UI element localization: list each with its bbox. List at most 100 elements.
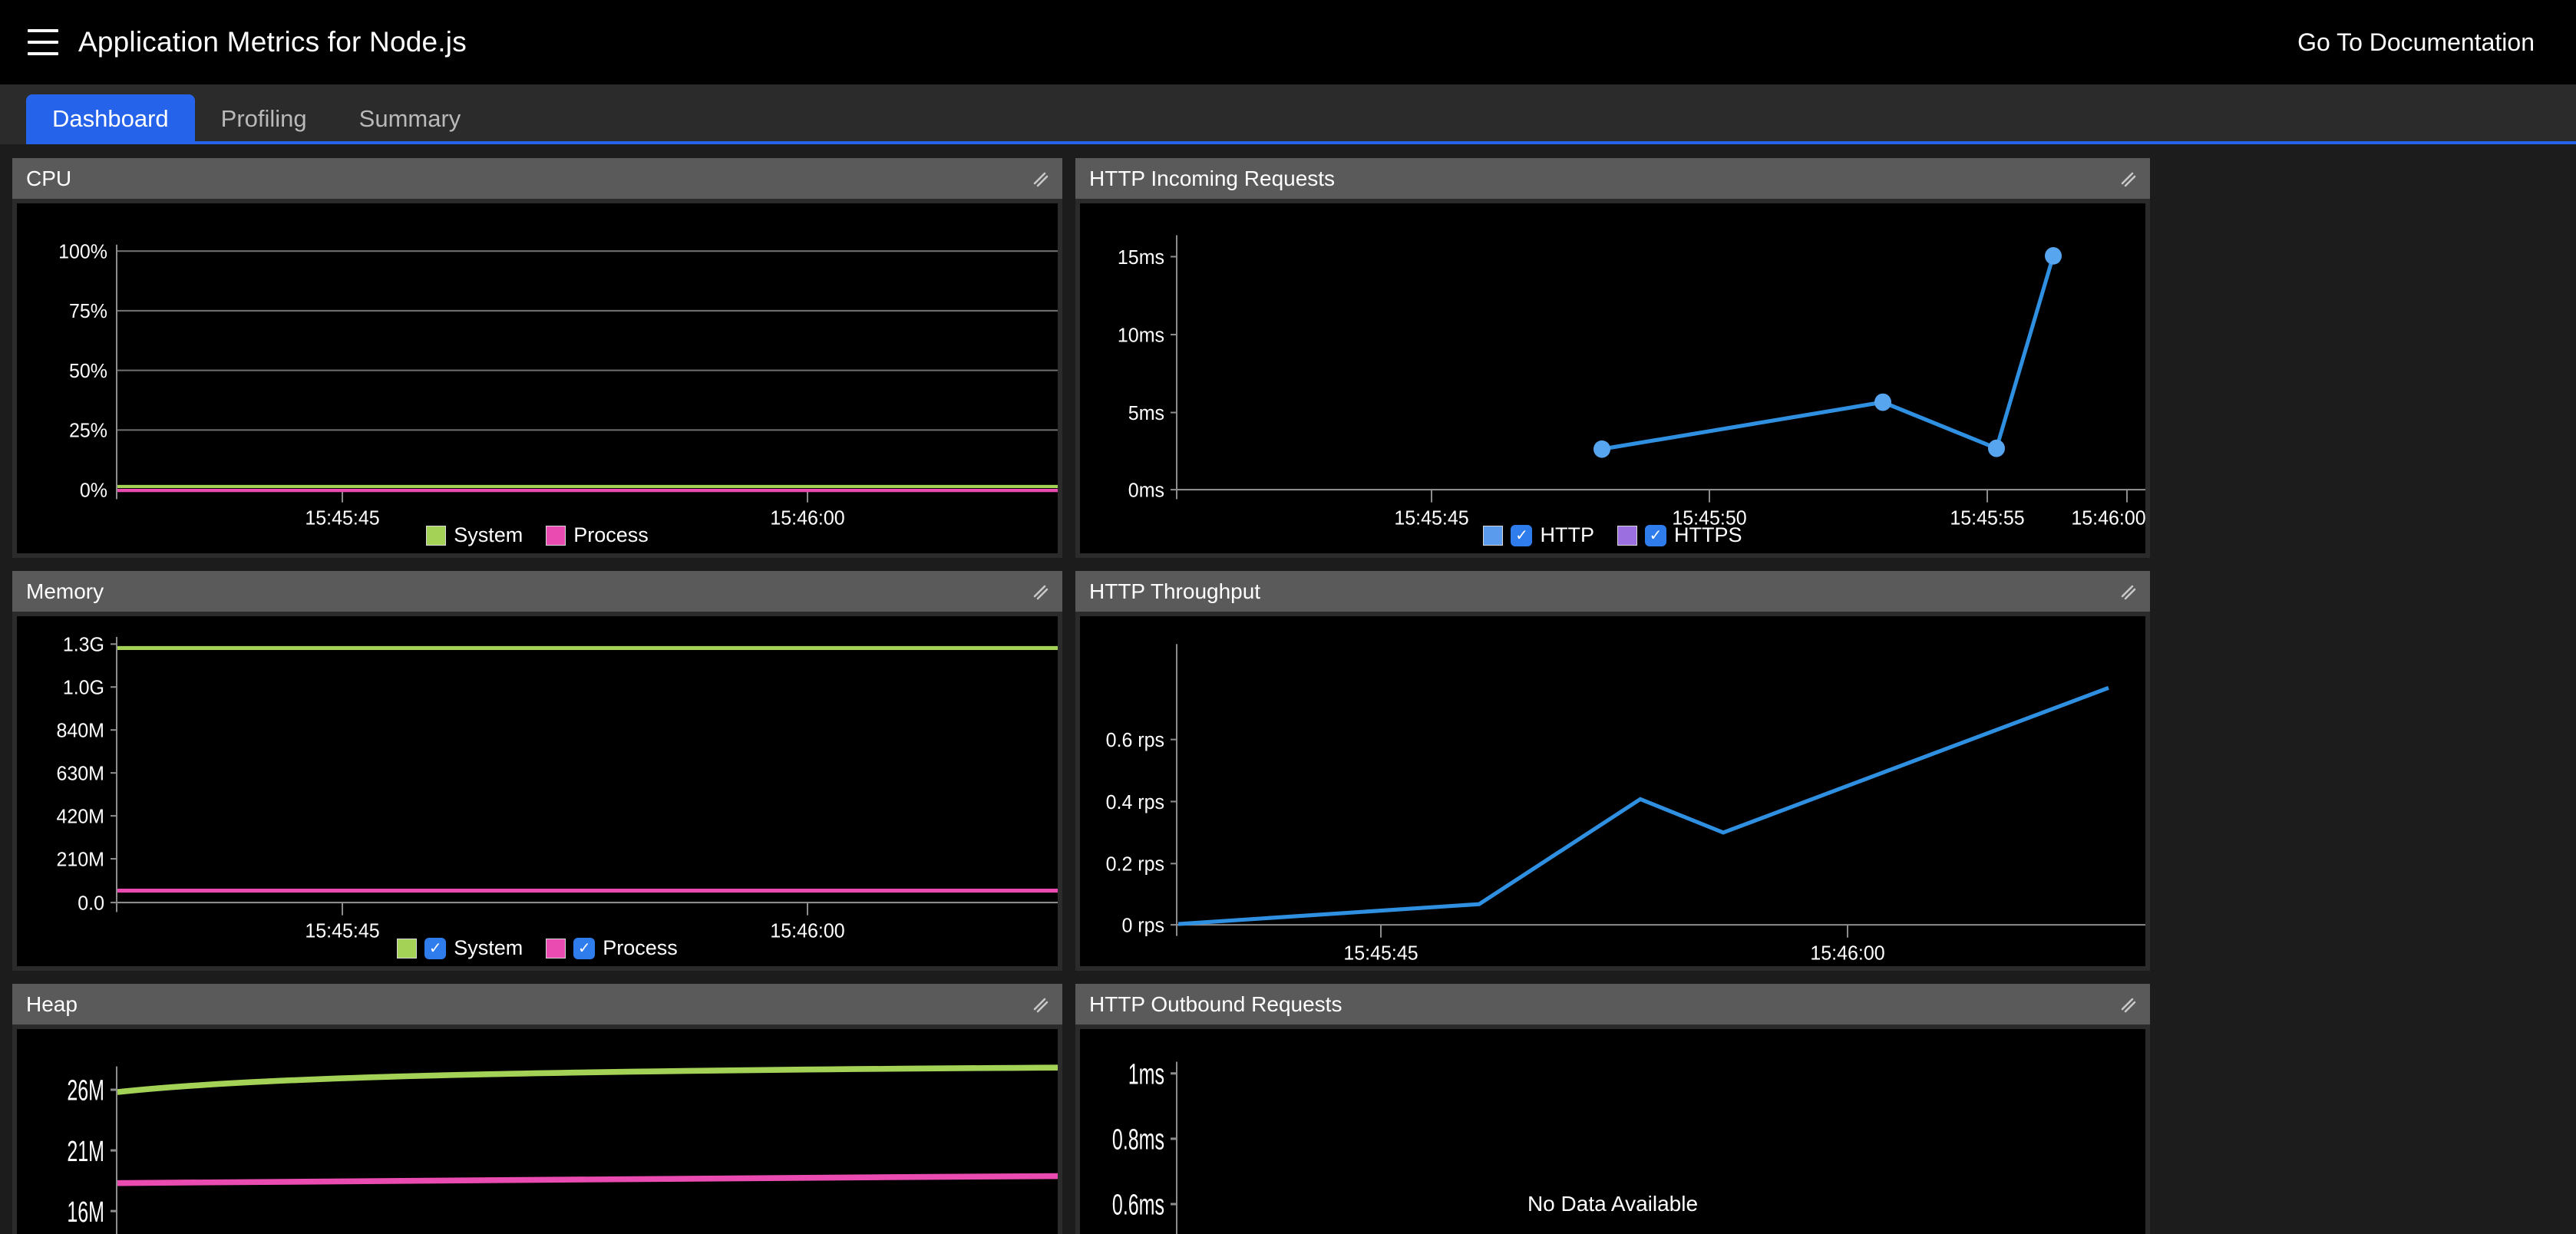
svg-text:0.2 rps: 0.2 rps xyxy=(1106,853,1164,875)
svg-text:15:45:45: 15:45:45 xyxy=(1343,942,1418,964)
panel-title-memory: Memory xyxy=(26,579,104,604)
panel-header-http-throughput: HTTP Throughput xyxy=(1075,571,2150,612)
go-to-documentation-link[interactable]: Go To Documentation xyxy=(2297,28,2535,56)
svg-text:15ms: 15ms xyxy=(1118,246,1164,268)
panel-header-http-incoming-requests: HTTP Incoming Requests xyxy=(1075,158,2150,199)
svg-text:1.0G: 1.0G xyxy=(63,677,104,698)
svg-text:50%: 50% xyxy=(69,361,107,382)
svg-text:26M: 26M xyxy=(67,1074,104,1107)
heap-chart: 26M 21M 16M 10M 5.2M xyxy=(17,1029,1058,1234)
svg-text:210M: 210M xyxy=(57,849,104,870)
panel-cpu: CPU 100% 75% 50% xyxy=(12,158,1062,558)
legend-item-system[interactable]: System xyxy=(426,523,523,547)
resize-grip-icon[interactable] xyxy=(2116,167,2139,190)
legend-swatch-http-icon xyxy=(1483,526,1503,546)
legend-swatch-process-icon xyxy=(546,939,566,958)
legend-label-http: HTTP xyxy=(1540,523,1594,547)
tab-summary[interactable]: Summary xyxy=(333,94,487,144)
resize-grip-icon[interactable] xyxy=(1029,580,1052,603)
dashboard-grid: CPU 100% 75% 50% xyxy=(0,144,2576,1234)
tab-dashboard[interactable]: Dashboard xyxy=(26,94,195,144)
chart-area-heap: 26M 21M 16M 10M 5.2M xyxy=(17,1029,1058,1234)
panel-title-http-throughput: HTTP Throughput xyxy=(1089,579,1260,604)
tab-profiling[interactable]: Profiling xyxy=(195,94,333,144)
legend-checkbox-system[interactable]: ✓ xyxy=(424,938,446,959)
legend-checkbox-https[interactable]: ✓ xyxy=(1645,525,1666,546)
legend-label-process: Process xyxy=(573,523,649,547)
hamburger-bar xyxy=(28,41,58,44)
memory-chart: 1.3G 1.0G 840M 630M 420M 210M 0.0 15:45:… xyxy=(17,616,1058,966)
panel-heap: Heap 26M 21M 16M 10M 5.2M xyxy=(12,984,1062,1234)
svg-text:100%: 100% xyxy=(58,241,107,262)
svg-text:1ms: 1ms xyxy=(1128,1057,1164,1090)
hamburger-menu-icon[interactable] xyxy=(28,29,58,55)
svg-text:10ms: 10ms xyxy=(1118,325,1164,346)
legend-label-system: System xyxy=(454,936,523,960)
hamburger-bar xyxy=(28,52,58,55)
panel-http-incoming-requests: HTTP Incoming Requests 15ms 10ms 5ms xyxy=(1075,158,2150,558)
chart-area-http-incoming-requests: 15ms 10ms 5ms 0ms 15:45:45 15:45:50 15:4… xyxy=(1080,203,2145,553)
legend-swatch-https-icon xyxy=(1617,526,1637,546)
svg-text:15:46:00: 15:46:00 xyxy=(1810,942,1884,964)
http-incoming-chart: 15ms 10ms 5ms 0ms 15:45:45 15:45:50 15:4… xyxy=(1080,203,2145,553)
panel-header-http-outbound-requests: HTTP Outbound Requests xyxy=(1075,984,2150,1024)
page-title: Application Metrics for Node.js xyxy=(78,26,467,58)
svg-text:0.4 rps: 0.4 rps xyxy=(1106,791,1164,813)
resize-grip-icon[interactable] xyxy=(1029,167,1052,190)
chart-area-memory: 1.3G 1.0G 840M 630M 420M 210M 0.0 15:45:… xyxy=(17,616,1058,966)
resize-grip-icon[interactable] xyxy=(1029,993,1052,1016)
legend-cpu: System Process xyxy=(17,523,1058,547)
legend-label-https: HTTPS xyxy=(1674,523,1742,547)
svg-text:0.6 rps: 0.6 rps xyxy=(1106,730,1164,751)
hamburger-bar xyxy=(28,29,58,32)
chart-area-http-outbound-requests: 1ms 0.8ms 0.6ms 0.4ms 0.2ms No Data Avai… xyxy=(1080,1029,2145,1234)
panel-title-http-outbound-requests: HTTP Outbound Requests xyxy=(1089,992,1342,1017)
svg-text:0.0: 0.0 xyxy=(78,893,104,914)
svg-text:0.8ms: 0.8ms xyxy=(1112,1123,1164,1156)
svg-text:5ms: 5ms xyxy=(1128,403,1164,424)
panel-title-http-incoming-requests: HTTP Incoming Requests xyxy=(1089,167,1335,191)
panel-memory: Memory 1.3G 1.0G xyxy=(12,571,1062,971)
top-bar-actions: Go To Documentation xyxy=(2297,28,2535,57)
legend-label-system: System xyxy=(454,523,523,547)
svg-text:0ms: 0ms xyxy=(1128,480,1164,501)
legend-item-process[interactable]: ✓ Process xyxy=(546,936,678,960)
legend-checkbox-http[interactable]: ✓ xyxy=(1511,525,1532,546)
panel-http-outbound-requests: HTTP Outbound Requests 1ms 0.8ms 0.6ms 0… xyxy=(1075,984,2150,1234)
chart-area-cpu: 100% 75% 50% 25% 0% 15:45:45 15:46:00 Sy… xyxy=(17,203,1058,553)
legend-item-https[interactable]: ✓ HTTPS xyxy=(1617,523,1742,547)
legend-item-http[interactable]: ✓ HTTP xyxy=(1483,523,1594,547)
panel-title-heap: Heap xyxy=(26,992,78,1017)
panel-http-throughput: HTTP Throughput 0.6 rps 0.4 rps 0.2 rps xyxy=(1075,571,2150,971)
panel-header-heap: Heap xyxy=(12,984,1062,1024)
legend-item-system[interactable]: ✓ System xyxy=(397,936,523,960)
svg-text:1.3G: 1.3G xyxy=(63,634,104,655)
svg-text:0%: 0% xyxy=(80,480,107,501)
panel-header-cpu: CPU xyxy=(12,158,1062,199)
no-data-message: No Data Available xyxy=(1080,1192,2145,1216)
cpu-chart: 100% 75% 50% 25% 0% 15:45:45 15:46:00 xyxy=(17,203,1058,553)
http-throughput-chart: 0.6 rps 0.4 rps 0.2 rps 0 rps 15:45:45 1… xyxy=(1080,616,2145,966)
legend-item-process[interactable]: Process xyxy=(546,523,649,547)
svg-text:420M: 420M xyxy=(57,806,104,827)
chart-area-http-throughput: 0.6 rps 0.4 rps 0.2 rps 0 rps 15:45:45 1… xyxy=(1080,616,2145,966)
tab-bar: Dashboard Profiling Summary xyxy=(0,84,2576,144)
legend-swatch-system-icon xyxy=(397,939,417,958)
top-app-bar: Application Metrics for Node.js Go To Do… xyxy=(0,0,2576,84)
svg-text:840M: 840M xyxy=(57,720,104,741)
resize-grip-icon[interactable] xyxy=(2116,993,2139,1016)
svg-text:630M: 630M xyxy=(57,763,104,784)
svg-text:25%: 25% xyxy=(69,420,107,441)
legend-label-process: Process xyxy=(603,936,678,960)
legend-memory: ✓ System ✓ Process xyxy=(17,936,1058,960)
legend-http-incoming-requests: ✓ HTTP ✓ HTTPS xyxy=(1080,523,2145,547)
svg-text:0 rps: 0 rps xyxy=(1121,915,1164,936)
svg-text:75%: 75% xyxy=(69,301,107,322)
svg-text:21M: 21M xyxy=(67,1134,104,1167)
legend-swatch-system-icon xyxy=(426,526,446,546)
panel-header-memory: Memory xyxy=(12,571,1062,612)
legend-checkbox-process[interactable]: ✓ xyxy=(573,938,595,959)
panel-title-cpu: CPU xyxy=(26,167,71,191)
resize-grip-icon[interactable] xyxy=(2116,580,2139,603)
svg-text:16M: 16M xyxy=(67,1196,104,1229)
